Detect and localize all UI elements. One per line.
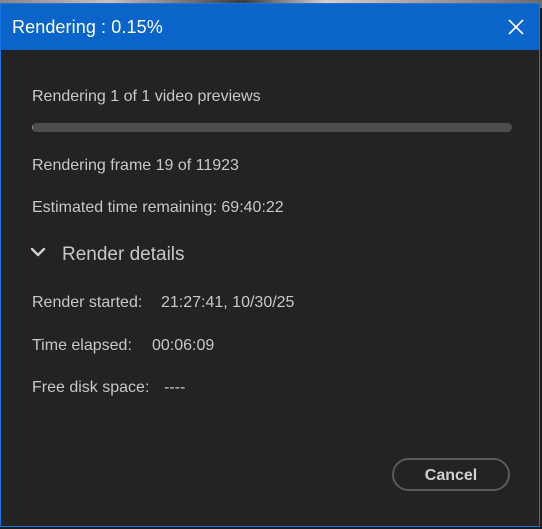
close-icon: [508, 19, 524, 35]
close-button[interactable]: [497, 8, 535, 46]
render-summary: Rendering 1 of 1 video previews: [32, 88, 261, 105]
progress-bar-fill: [32, 123, 33, 132]
rendering-dialog: Rendering : 0.15% Rendering 1 of 1 video…: [0, 3, 540, 527]
time-remaining: Estimated time remaining: 69:40:22: [32, 199, 284, 216]
progress-bar: [32, 123, 512, 132]
time-elapsed-value: 00:06:09: [152, 337, 215, 354]
render-details-label: Render details: [62, 244, 185, 265]
cancel-button[interactable]: Cancel: [392, 458, 510, 491]
render-details-toggle[interactable]: Render details: [28, 240, 208, 270]
render-started-value: 21:27:41, 10/30/25: [161, 294, 295, 311]
chevron-down-icon: [30, 247, 46, 257]
free-disk-label: Free disk space:: [32, 379, 150, 396]
dialog-titlebar: Rendering : 0.15%: [1, 4, 539, 50]
dialog-content: Rendering 1 of 1 video previews Renderin…: [1, 50, 539, 526]
frame-progress: Rendering frame 19 of 11923: [32, 157, 239, 174]
render-started-label: Render started:: [32, 294, 143, 311]
dialog-title: Rendering : 0.15%: [12, 17, 163, 37]
time-elapsed-label: Time elapsed:: [32, 337, 132, 354]
free-disk-value: ----: [164, 379, 186, 396]
